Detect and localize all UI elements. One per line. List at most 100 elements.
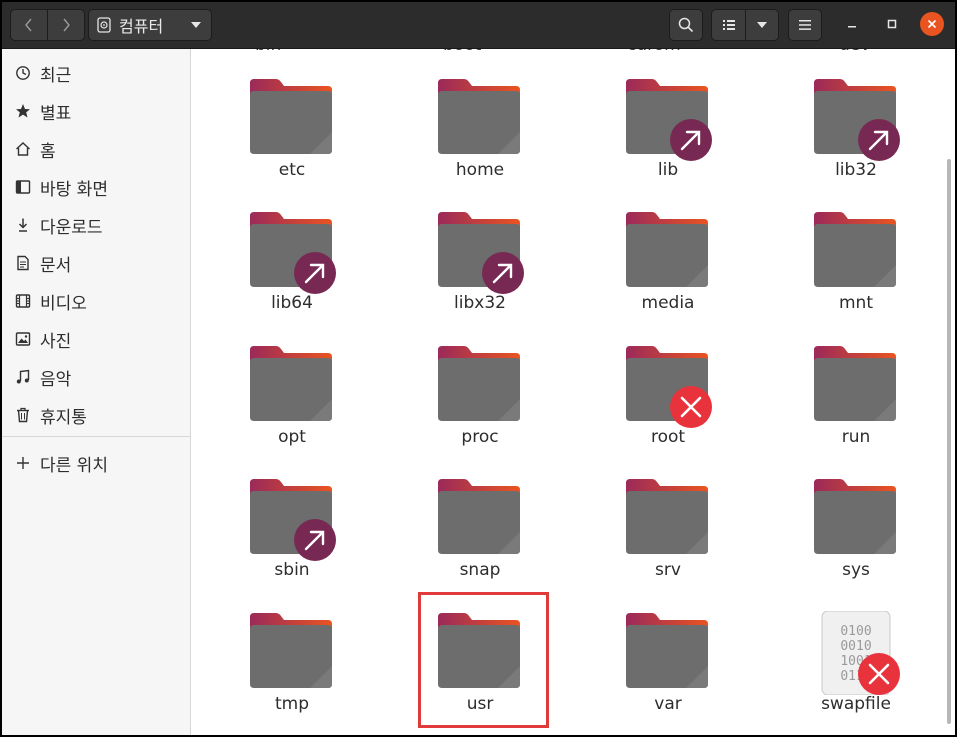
svg-text:0100: 0100 [840, 624, 871, 639]
symlink-arrow-icon [670, 119, 712, 161]
sidebar-item-videos[interactable]: 비디오 [2, 283, 190, 319]
close-button[interactable] [920, 12, 944, 36]
folder-item-sbin[interactable]: sbin [217, 469, 367, 593]
sidebar: 최근 별표 홈 바탕 화면 다운로드 문서 비디오 사진 음악 휴지통 다른 위… [2, 49, 191, 735]
trash-icon [15, 407, 31, 423]
folder-item-root[interactable]: root [593, 336, 743, 460]
file-label-partial: cdrom [627, 49, 681, 55]
folder-icon [624, 77, 712, 161]
file-label: srv [655, 560, 681, 580]
scrollbar[interactable] [947, 159, 951, 724]
sidebar-item-label: 사진 [40, 331, 72, 352]
folder-item-snap[interactable]: snap [405, 469, 555, 593]
folder-item-lib[interactable]: lib [593, 69, 743, 193]
file-label: media [641, 293, 695, 313]
folder-item-opt[interactable]: opt [217, 336, 367, 460]
folder-item-proc[interactable]: proc [405, 336, 555, 460]
list-view-icon [722, 20, 735, 30]
sidebar-item-home[interactable]: 홈 [2, 131, 190, 167]
sidebar-item-label: 휴지통 [40, 407, 87, 428]
maximize-icon [887, 19, 897, 29]
file-label: snap [459, 560, 501, 580]
folder-icon [248, 477, 336, 561]
minimize-button[interactable] [840, 12, 864, 36]
folder-item-media[interactable]: media [593, 202, 743, 326]
file-manager-window: 컴퓨터 최근 별표 홈 바탕 화면 다운로드 문서 비디오 사진 음악 휴지통 … [2, 2, 955, 735]
sidebar-item-label: 음악 [40, 369, 72, 390]
folder-icon [624, 210, 712, 294]
file-label: run [841, 427, 871, 447]
file-label: mnt [839, 293, 873, 313]
document-icon [15, 255, 31, 271]
folder-icon [812, 344, 900, 428]
sidebar-item-pictures[interactable]: 사진 [2, 321, 190, 357]
drive-icon [97, 17, 111, 33]
folder-item-mnt[interactable]: mnt [781, 202, 931, 326]
sidebar-item-starred[interactable]: 별표 [2, 93, 190, 129]
sidebar-item-downloads[interactable]: 다운로드 [2, 207, 190, 243]
search-button[interactable] [669, 9, 703, 41]
header-bar: 컴퓨터 [2, 2, 955, 49]
view-options-button[interactable] [745, 9, 779, 41]
plus-icon [15, 455, 31, 471]
clock-icon [15, 65, 31, 81]
back-button[interactable] [10, 9, 48, 41]
folder-item-lib64[interactable]: lib64 [217, 202, 367, 326]
forward-button[interactable] [47, 9, 85, 41]
sidebar-item-music[interactable]: 음악 [2, 359, 190, 395]
sidebar-item-label: 홈 [40, 141, 56, 162]
location-label: 컴퓨터 [119, 17, 164, 36]
sidebar-item-other-locations[interactable]: 다른 위치 [2, 445, 190, 481]
video-icon [15, 293, 31, 309]
sidebar-item-recent[interactable]: 최근 [2, 55, 190, 91]
folder-icon [248, 611, 336, 695]
sidebar-item-label: 별표 [40, 103, 72, 124]
folder-item-home[interactable]: home [405, 69, 555, 193]
sidebar-item-label: 문서 [40, 255, 72, 276]
close-icon [927, 19, 937, 29]
sidebar-item-documents[interactable]: 문서 [2, 245, 190, 281]
caret-down-icon [191, 22, 201, 28]
file-label-partial: boot [443, 49, 481, 55]
desktop-icon [15, 179, 31, 195]
folder-item-srv[interactable]: srv [593, 469, 743, 593]
sidebar-item-desktop[interactable]: 바탕 화면 [2, 169, 190, 205]
folder-icon [436, 77, 524, 161]
location-button[interactable]: 컴퓨터 [88, 9, 212, 41]
file-label: opt [278, 427, 306, 447]
sidebar-item-trash[interactable]: 휴지통 [2, 397, 190, 433]
music-icon [15, 369, 31, 385]
folder-item-run[interactable]: run [781, 336, 931, 460]
hamburger-menu-icon [799, 20, 811, 30]
folder-item-var[interactable]: var [593, 603, 743, 727]
binary-file-icon: 0100 0010 1001 0110 [812, 610, 900, 696]
symlink-arrow-icon [858, 119, 900, 161]
download-icon [15, 217, 31, 233]
file-view: bin boot cdrom dev etc [191, 49, 955, 735]
no-access-x-icon [858, 653, 900, 695]
folder-item-sys[interactable]: sys [781, 469, 931, 593]
maximize-button[interactable] [880, 12, 904, 36]
file-label: lib64 [271, 293, 313, 313]
symlink-arrow-icon [294, 519, 336, 561]
folder-icon [812, 477, 900, 561]
picture-icon [15, 331, 31, 347]
file-label: lib [657, 160, 679, 180]
list-view-button[interactable] [711, 9, 746, 41]
folder-item-libx32[interactable]: libx32 [405, 202, 555, 326]
file-label: libx32 [454, 293, 506, 313]
caret-down-icon [757, 22, 767, 28]
file-label: home [455, 160, 505, 180]
star-icon [15, 103, 31, 119]
search-icon [678, 17, 694, 33]
folder-icon [248, 344, 336, 428]
main-menu-button[interactable] [788, 9, 822, 41]
folder-item-etc[interactable]: etc [217, 69, 367, 193]
folder-item-tmp[interactable]: tmp [217, 603, 367, 727]
home-icon [15, 141, 31, 157]
folder-icon [248, 77, 336, 161]
folder-item-lib32[interactable]: lib32 [781, 69, 931, 193]
file-item-swapfile[interactable]: 0100 0010 1001 0110 swapfile [781, 603, 931, 727]
minimize-icon [848, 26, 856, 28]
folder-icon [624, 344, 712, 428]
